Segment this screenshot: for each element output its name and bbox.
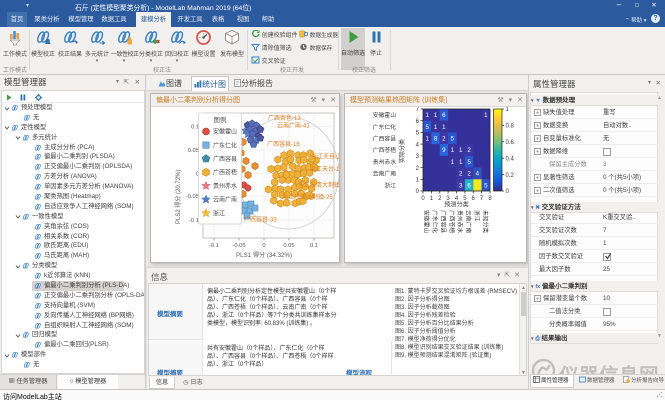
svg-text:广西苍梧: 广西苍梧 [448,210,456,233]
svg-text:3: 3 [459,182,463,189]
svg-text:2: 2 [467,147,471,154]
svg-text:5: 5 [484,182,488,189]
svg-text:5: 5 [425,124,429,131]
svg-text:0.05: 0.05 [283,243,294,249]
svg-text:0.1: 0.1 [310,243,318,249]
svg-text:广西容县: 广西容县 [439,210,447,233]
svg-text:5: 5 [451,136,455,143]
svg-text:3: 3 [416,154,420,160]
svg-text:8: 8 [434,136,438,143]
svg-text:9: 9 [442,147,446,154]
svg-text:0.8: 0.8 [506,124,515,130]
svg-text:1: 1 [459,159,463,166]
svg-text:-0.05: -0.05 [186,194,199,200]
svg-text:1: 1 [425,136,429,143]
svg-text:1: 1 [434,124,438,131]
svg-text:0.1: 0.1 [191,125,199,131]
svg-text:1: 1 [451,147,455,154]
svg-text:广西容县: 广西容县 [373,135,396,143]
svg-text:1: 1 [451,159,455,166]
svg-text:未知分类: 未知分类 [481,210,489,233]
svg-text:8: 8 [488,196,492,202]
svg-text:广西苍梧: 广西苍梧 [373,146,396,154]
svg-text:1: 1 [425,112,429,119]
svg-text:云南广南: 云南广南 [373,170,396,178]
svg-text:1: 1 [430,196,434,202]
svg-text:浙江: 浙江 [473,210,481,222]
svg-text:5: 5 [467,159,471,166]
svg-text:1: 1 [434,112,438,119]
svg-text:浙江乐清大荆镇-25: 浙江乐清大荆镇-25 [282,193,333,201]
svg-text:0: 0 [506,189,510,195]
svg-text:6: 6 [416,119,420,125]
svg-text:广西容县-33: 广西容县-33 [244,216,277,224]
svg-text:浙江: 浙江 [384,181,396,189]
svg-text:图例: 图例 [214,115,227,124]
svg-text:-0.05: -0.05 [232,243,245,249]
svg-text:2: 2 [416,166,420,172]
svg-text:1: 1 [506,107,510,113]
svg-text:浙江天目山-9: 浙江天目山-9 [311,153,339,161]
svg-text:贵州赤水: 贵州赤水 [213,182,237,190]
svg-text:7: 7 [416,107,420,113]
svg-text:4: 4 [476,171,480,178]
svg-text:1: 1 [459,147,463,154]
svg-text:云南广南: 云南广南 [213,196,237,204]
svg-text:云南广南-41: 云南广南-41 [277,122,310,130]
svg-text:安徽霍山: 安徽霍山 [373,111,396,119]
svg-text:贵州赤水: 贵州赤水 [456,210,464,233]
svg-text:贵州赤水: 贵州赤水 [373,158,396,166]
svg-text:浙江天台-12: 浙江天台-12 [310,165,339,173]
svg-text:0.6: 0.6 [506,140,515,146]
svg-text:0: 0 [262,243,265,249]
svg-text:0.2: 0.2 [506,173,515,179]
svg-text:广东仁化: 广东仁化 [431,210,439,233]
svg-text:0.05: 0.05 [188,148,199,154]
svg-text:预测分类: 预测分类 [444,201,469,209]
svg-text:-0.1: -0.1 [209,243,219,249]
svg-text:实际分类: 实际分类 [398,139,406,163]
svg-text:广东仁化: 广东仁化 [373,123,396,131]
svg-text:安徽霍山: 安徽霍山 [423,210,431,233]
svg-text:2: 2 [467,171,471,178]
svg-text:安徽霍山: 安徽霍山 [213,128,237,136]
svg-text:1: 1 [442,124,446,131]
svg-text:2: 2 [459,171,463,178]
svg-text:1: 1 [484,112,488,119]
svg-text:7: 7 [480,196,484,202]
svg-text:2: 2 [438,196,442,202]
svg-text:0: 0 [416,189,420,195]
svg-text:广西容县-16: 广西容县-16 [267,140,300,148]
svg-text:0: 0 [421,196,425,202]
svg-text:4: 4 [416,142,420,148]
svg-text:-0.1: -0.1 [189,218,199,224]
svg-text:广西容县: 广西容县 [213,155,237,163]
svg-text:浙江: 浙江 [213,209,225,217]
svg-text:6: 6 [472,196,476,202]
svg-text:广西百色-13: 广西百色-13 [268,114,301,122]
svg-text:6: 6 [467,182,471,189]
svg-text:5: 5 [416,131,420,137]
svg-text:云南广南: 云南广南 [465,210,473,233]
svg-text:广西苍梧: 广西苍梧 [213,169,237,177]
svg-text:浙江乐清大荆镇: 浙江乐清大荆镇 [298,181,339,189]
svg-text:PLS1 得分 (34.32%): PLS1 得分 (34.32%) [236,251,292,259]
svg-text:1: 1 [416,178,420,184]
svg-text:0.4: 0.4 [506,156,515,162]
svg-text:6: 6 [442,112,446,119]
svg-text:广东仁化: 广东仁化 [213,141,237,149]
svg-text:2: 2 [442,136,446,143]
